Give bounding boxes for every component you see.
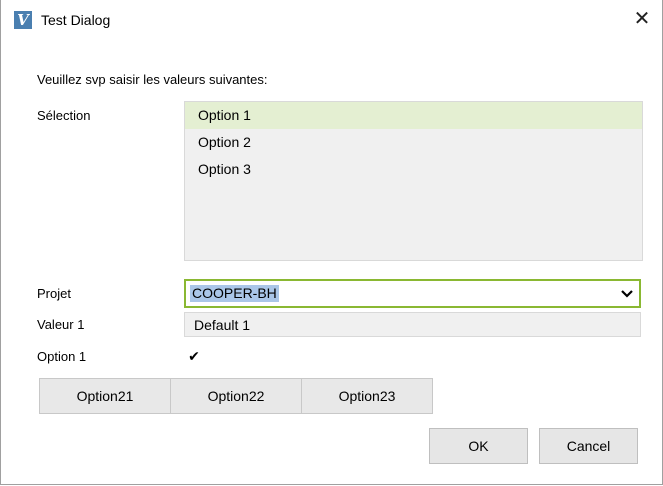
ok-button[interactable]: OK: [429, 428, 528, 464]
valeur1-label: Valeur 1: [37, 317, 85, 332]
valeur1-value: Default 1: [194, 317, 251, 333]
list-item-option-2[interactable]: Option 2: [185, 129, 642, 156]
valeur1-field[interactable]: Default 1: [184, 312, 641, 337]
window-title: Test Dialog: [41, 12, 111, 28]
app-logo-icon: V: [14, 11, 32, 29]
option1-label: Option 1: [37, 349, 87, 364]
title-bar[interactable]: V Test Dialog ✕: [1, 0, 662, 38]
list-item-option-1[interactable]: Option 1: [185, 102, 642, 129]
selection-listbox[interactable]: Option 1 Option 2 Option 3: [184, 101, 643, 261]
option22-button[interactable]: Option22: [170, 378, 302, 414]
selection-label: Sélection: [37, 108, 91, 123]
close-icon[interactable]: ✕: [622, 4, 662, 34]
projet-combobox[interactable]: COOPER-BH: [184, 279, 641, 308]
option21-button[interactable]: Option21: [39, 378, 171, 414]
option1-checkbox[interactable]: ✔: [184, 347, 204, 365]
instructions-text: Veuillez svp saisir les valeurs suivante…: [37, 72, 268, 87]
dialog-window: V Test Dialog ✕ Veuillez svp saisir les …: [0, 0, 663, 485]
cancel-button[interactable]: Cancel: [539, 428, 638, 464]
projet-label: Projet: [37, 286, 71, 301]
list-item-option-3[interactable]: Option 3: [185, 156, 642, 183]
option23-button[interactable]: Option23: [301, 378, 433, 414]
chevron-down-icon[interactable]: [617, 281, 637, 306]
projet-value: COOPER-BH: [190, 285, 279, 302]
